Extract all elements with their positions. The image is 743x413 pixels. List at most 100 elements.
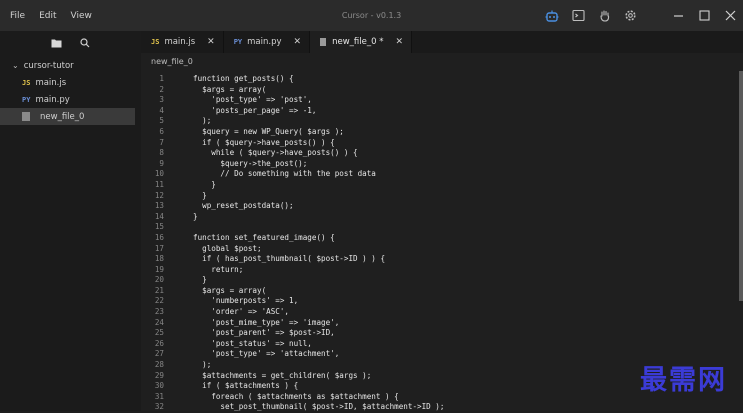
code-line[interactable]: 18 if ( has_post_thumbnail( $post->ID ) … [141,254,736,265]
line-number: 7 [159,137,164,147]
code-text: 'post_type' => 'attachment', [193,349,340,359]
code-text: } [193,190,207,200]
breadcrumb[interactable]: new_file_0 [141,53,743,70]
code-line[interactable]: 9 $query->the_post(); [141,159,736,170]
robot-chat-icon[interactable] [545,9,559,23]
code-text: 'post_mime_type' => 'image', [193,317,340,327]
code-text: } [193,211,198,221]
terminal-icon[interactable] [571,9,585,23]
line-number: 8 [159,148,164,158]
close-window-icon[interactable] [717,0,743,31]
menu-view[interactable]: View [71,11,92,21]
scrollbar[interactable] [739,71,743,301]
code-line[interactable]: 23 'order' => 'ASC', [141,307,736,318]
code-line[interactable]: 3 'post_type' => 'post', [141,95,736,106]
code-line[interactable]: 16 function set_featured_image() { [141,233,736,244]
sidebar-toolbar [0,31,141,53]
line-number: 10 [154,169,164,179]
line-number: 2 [159,84,164,94]
code-text: foreach ( $attachments as $attachment ) … [193,391,399,401]
code-line[interactable]: 19 return; [141,265,736,276]
line-number: 29 [154,370,164,380]
folder-icon[interactable] [51,33,62,52]
search-icon[interactable] [80,33,90,52]
code-line[interactable]: 14} [141,212,736,223]
code-line[interactable]: 24 'post_mime_type' => 'image', [141,318,736,329]
line-number: 4 [159,105,164,115]
document-icon [320,38,327,46]
line-number: 11 [154,179,164,189]
code-text: global $post; [193,243,262,253]
folder-cursor-tutor[interactable]: ⌄ cursor-tutor [0,57,141,74]
line-number: 16 [154,232,164,242]
code-text: function set_featured_image() { [193,232,335,242]
py-file-icon: PY [22,95,31,104]
code-line[interactable]: 26 'post_status' => null, [141,339,736,350]
code-text: $query = new WP_Query( $args ); [193,126,344,136]
gear-icon[interactable] [623,9,637,23]
code-text: } [193,275,207,285]
file-item-new-file-0[interactable]: new_file_0 [0,108,135,125]
chevron-down-icon: ⌄ [12,61,19,70]
title-bar: File Edit View Cursor - v0.1.3 [0,0,743,31]
line-number: 18 [154,254,164,264]
file-item-main-js[interactable]: JS main.js [0,74,141,91]
menu-file[interactable]: File [10,11,25,21]
line-number: 6 [159,126,164,136]
close-icon[interactable]: ✕ [207,37,215,47]
code-line[interactable]: 17 global $post; [141,244,736,255]
code-line[interactable]: 8 while ( $query->have_posts() ) { [141,148,736,159]
menu-edit[interactable]: Edit [39,11,56,21]
close-icon[interactable]: ✕ [395,37,403,47]
file-label: main.js [35,77,67,88]
line-number: 22 [154,296,164,306]
line-number: 15 [154,222,164,232]
code-line[interactable]: 11 } [141,180,736,191]
line-number: 19 [154,264,164,274]
code-text: while ( $query->have_posts() ) { [193,148,358,158]
code-line[interactable]: 10 // Do something with the post data [141,169,736,180]
code-line[interactable]: 1 function get_posts() { [141,74,736,85]
tab-label: new_file_0 * [332,37,384,47]
code-line[interactable]: 2 $args = array( [141,85,736,96]
line-number: 5 [159,116,164,126]
code-line[interactable]: 5 ); [141,116,736,127]
close-icon[interactable]: ✕ [294,37,302,47]
code-line[interactable]: 15 [141,222,736,233]
file-item-main-py[interactable]: PY main.py [0,91,141,108]
code-line[interactable]: 25 'post_parent' => $post->ID, [141,328,736,339]
code-line[interactable]: 6 $query = new WP_Query( $args ); [141,127,736,138]
toolbar-icons [545,0,649,31]
code-line[interactable]: 4 'posts_per_page' => -1, [141,106,736,117]
line-number: 30 [154,381,164,391]
code-text: ); [193,116,212,126]
hand-icon[interactable] [597,9,611,23]
code-text: function get_posts() { [193,74,294,83]
code-line[interactable]: 32 set_post_thumbnail( $post->ID, $attac… [141,402,736,413]
code-line[interactable]: 22 'numberposts' => 1, [141,296,736,307]
tab-main-js[interactable]: JS main.js ✕ [141,31,224,53]
js-file-icon: JS [22,78,31,87]
code-line[interactable]: 20 } [141,275,736,286]
tab-main-py[interactable]: PY main.py ✕ [224,31,311,53]
code-line[interactable]: 13 wp_reset_postdata(); [141,201,736,212]
code-line[interactable]: 7 if ( $query->have_posts() ) { [141,138,736,149]
document-icon [22,112,30,121]
code-text: return; [193,264,244,274]
py-file-icon: PY [233,38,243,46]
code-line[interactable]: 12 } [141,191,736,202]
code-text: 'post_type' => 'post', [193,95,312,105]
code-text: 'post_status' => null, [193,338,312,348]
code-text: set_post_thumbnail( $post->ID, $attachme… [193,402,445,412]
line-number: 3 [159,95,164,105]
code-text: $args = array( [193,84,267,94]
maximize-icon[interactable] [691,0,717,31]
code-text: $query->the_post(); [193,158,308,168]
code-text: 'post_parent' => $post->ID, [193,328,335,338]
line-number: 28 [154,360,164,370]
code-line[interactable]: 21 $args = array( [141,286,736,297]
minimize-icon[interactable] [665,0,691,31]
tab-new-file-0[interactable]: new_file_0 * ✕ [310,31,412,53]
sidebar: ⌄ cursor-tutor JS main.js PY main.py new… [0,31,141,411]
